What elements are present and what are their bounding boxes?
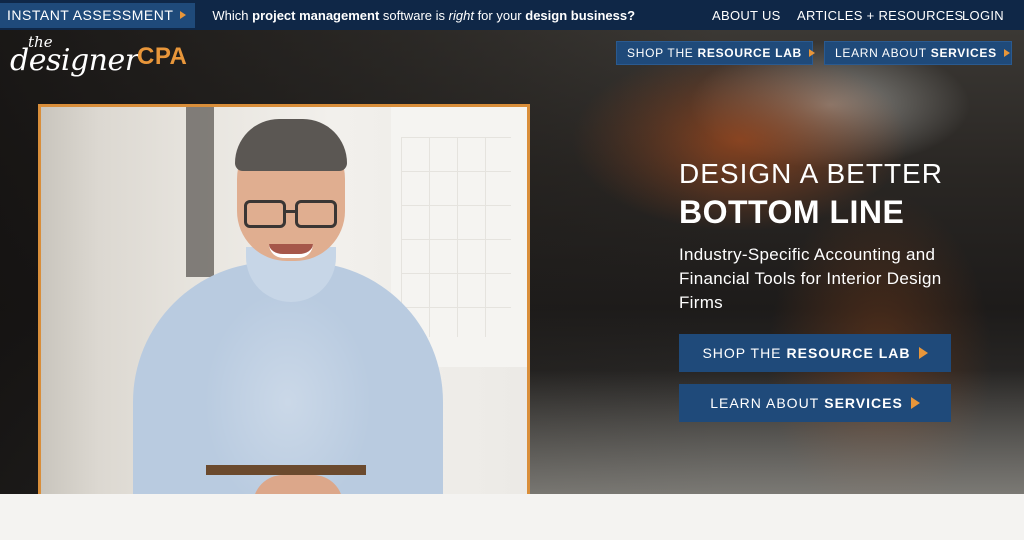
promo-bold-text: project management [252, 7, 380, 23]
promo-text: for your [473, 7, 526, 23]
nav-about-us[interactable]: ABOUT US [712, 8, 781, 23]
logo-cpa: CPA [137, 43, 188, 70]
promo-text: Which [212, 7, 253, 23]
play-triangle-icon [910, 397, 920, 409]
button-label-bold: RESOURCE LAB [786, 345, 911, 361]
hero-headline-line2: BOTTOM LINE [679, 194, 905, 230]
cta-shop-resource-lab-button[interactable]: SHOP THE RESOURCE LAB [679, 334, 951, 372]
portrait-hair [235, 119, 347, 171]
portrait-bg-window [186, 107, 214, 277]
button-label: LEARN ABOUT [710, 395, 820, 411]
cta-learn-services-button[interactable]: LEARN ABOUT SERVICES [679, 384, 951, 422]
button-label: SHOP THE [627, 46, 694, 60]
instant-assessment-button[interactable]: INSTANT ASSESSMENT [0, 2, 196, 28]
portrait-belt [206, 465, 366, 475]
portrait-glasses-right [295, 200, 337, 228]
hero-headline-line1: DESIGN A BETTER [679, 158, 943, 189]
top-bar: INSTANT ASSESSMENT Which project managem… [0, 0, 1024, 30]
play-triangle-icon [808, 49, 815, 57]
instant-assessment-label: INSTANT ASSESSMENT [7, 7, 174, 23]
promo-link[interactable]: Which project management software is rig… [212, 8, 635, 23]
promo-bold-text: design business? [525, 7, 636, 23]
promo-italic-text: right [448, 7, 474, 23]
play-triangle-icon [180, 11, 187, 19]
promo-text: software is [379, 7, 449, 23]
button-label: SHOP THE [702, 345, 782, 361]
nav-articles-resources[interactable]: ARTICLES + RESOURCES [797, 8, 964, 23]
button-label-bold: RESOURCE LAB [697, 46, 802, 60]
page-bottom-band [0, 494, 1024, 540]
button-label-bold: SERVICES [930, 46, 997, 60]
logo-designer: designer [10, 43, 139, 78]
play-triangle-icon [918, 347, 928, 359]
header-shop-resource-lab-button[interactable]: SHOP THE RESOURCE LAB [616, 41, 815, 65]
play-triangle-icon [1003, 49, 1010, 57]
founder-portrait [38, 104, 530, 540]
header-learn-services-button[interactable]: LEARN ABOUT SERVICES [824, 41, 1012, 65]
portrait-glasses-bridge [285, 210, 297, 213]
hero-subtitle: Industry-Specific Accounting and Financi… [679, 245, 942, 312]
button-label: LEARN ABOUT [835, 46, 927, 60]
portrait-glasses-left [244, 200, 286, 228]
portrait-bg-grid [401, 137, 511, 337]
button-label-bold: SERVICES [824, 395, 903, 411]
nav-login[interactable]: LOGIN [962, 8, 1004, 23]
